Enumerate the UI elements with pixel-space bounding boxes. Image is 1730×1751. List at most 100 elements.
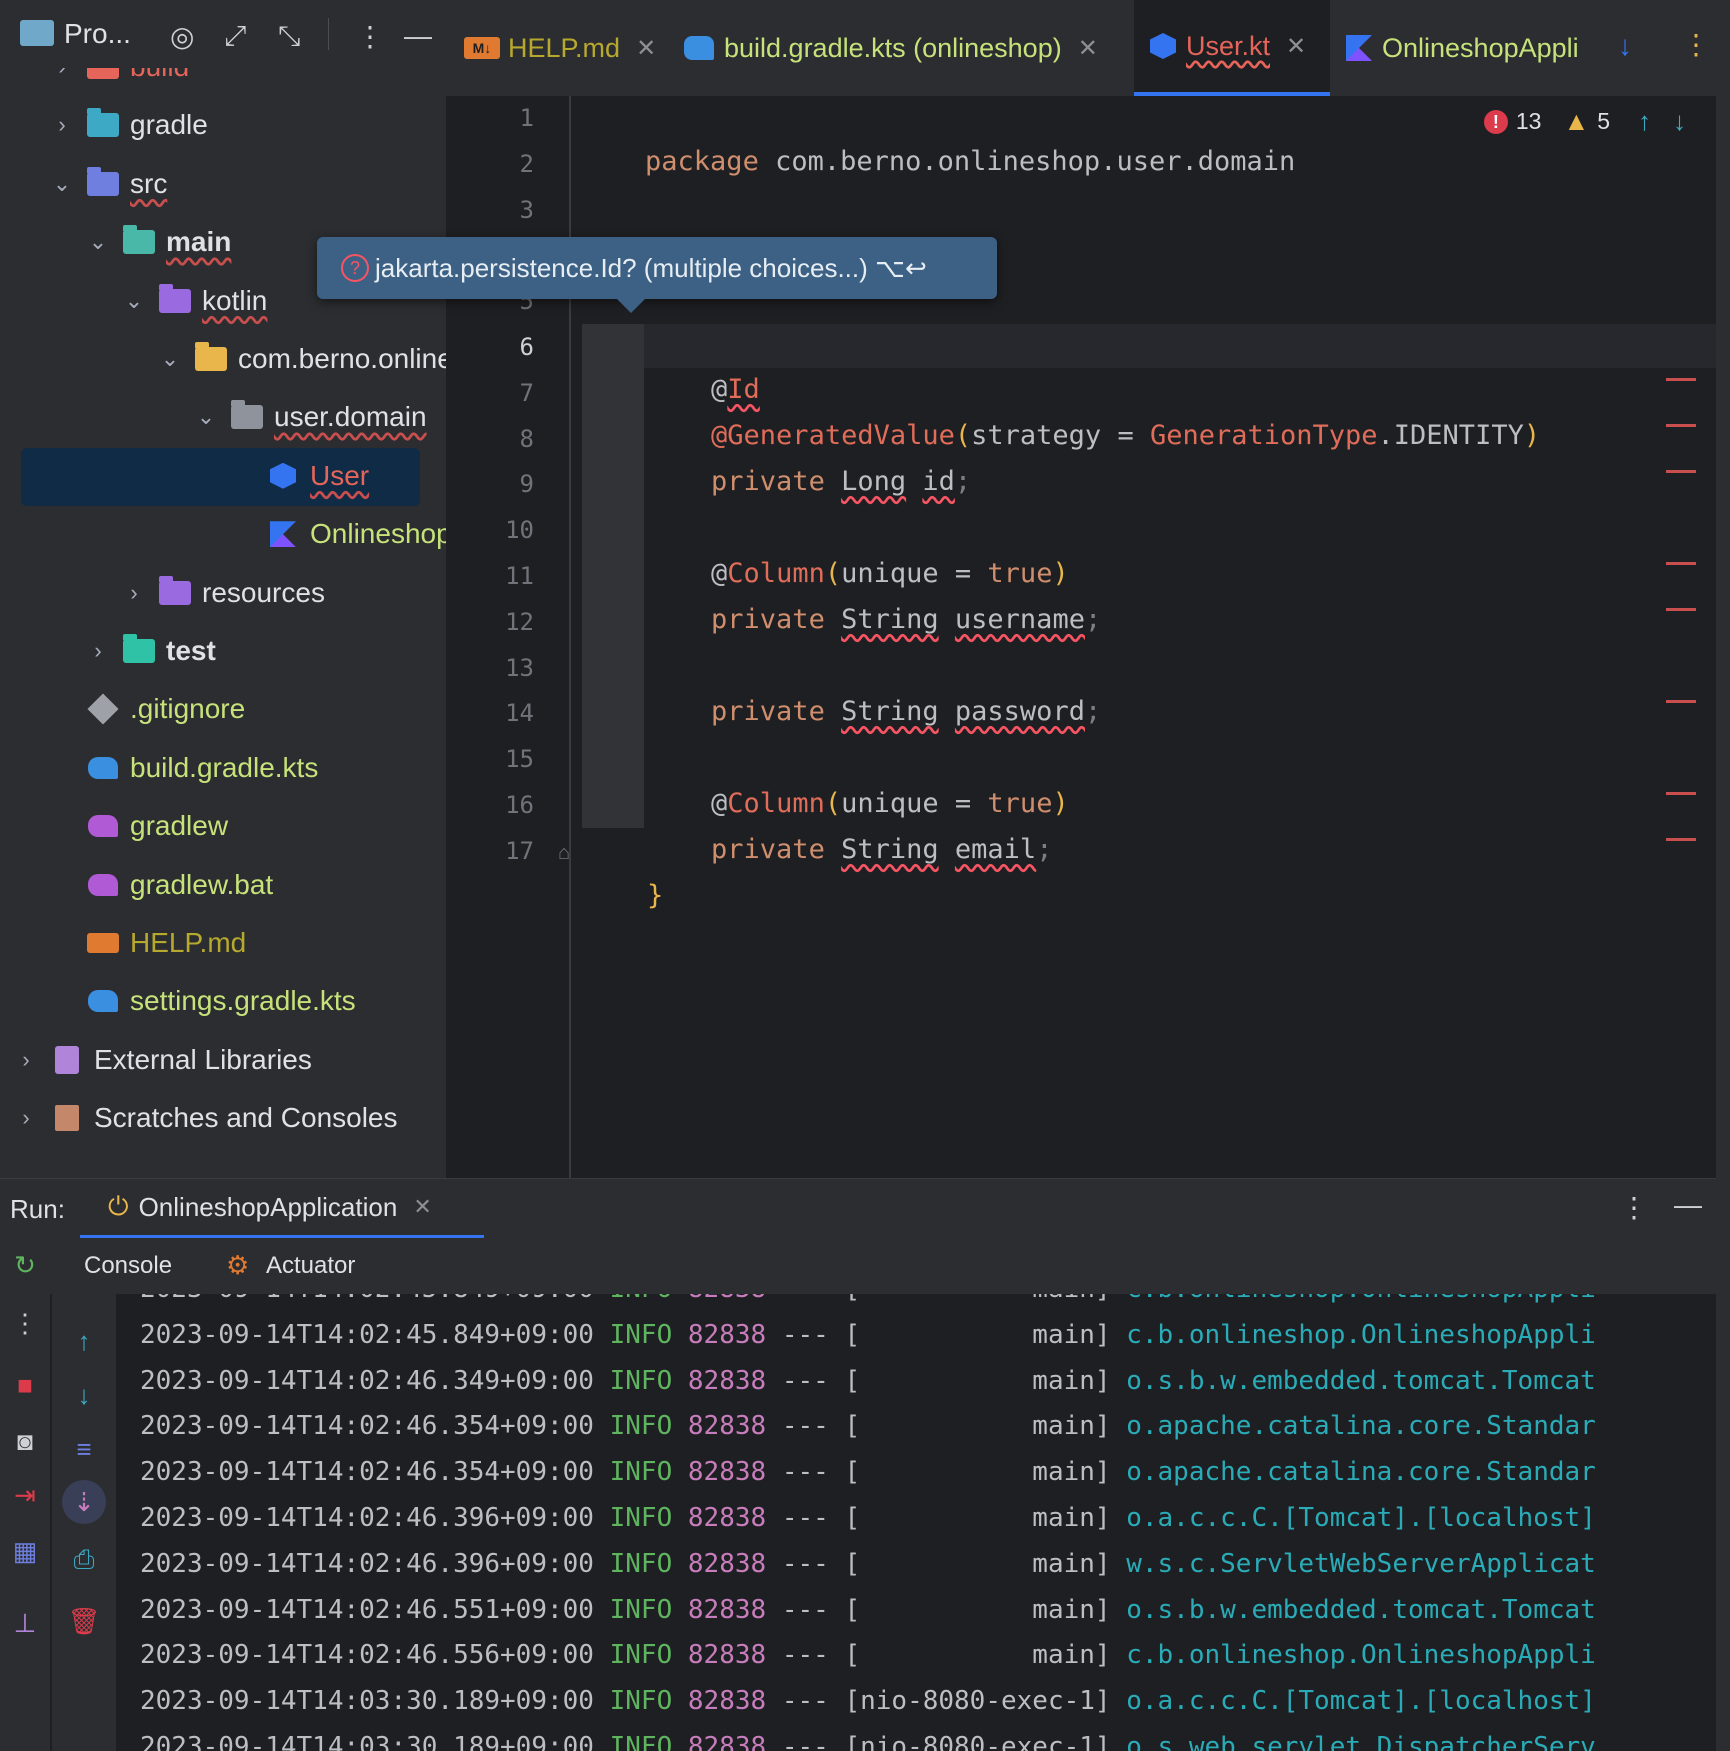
tree-item[interactable]: › Scratches and Consoles [0,1089,446,1147]
error-marker[interactable] [1666,562,1696,565]
minimize-icon[interactable]: — [404,20,432,52]
fold-icon[interactable]: ⌂ [558,842,570,865]
code-line-17: } [582,830,663,911]
error-marker[interactable] [1666,838,1696,841]
warning-icon: ▲ [1563,106,1590,136]
tab-onlineshop-app[interactable]: OnlineshopAppli [1346,0,1596,96]
package-name: com.berno.onlineshop.user.domain [758,146,1296,177]
enum-value: .IDENTITY [1377,420,1524,451]
tree-item[interactable]: .gitignore [0,680,446,738]
log-line: 2023-09-14T14:02:46.551+09:00 INFO 82838… [140,1587,1596,1633]
error-marker[interactable] [1666,608,1696,611]
power-icon: ⏻ [108,1191,129,1221]
rerun-icon[interactable]: ↻ [0,1250,50,1281]
tree-item[interactable]: › gradle [0,96,446,154]
line-number: 3 [519,195,534,224]
tree-item[interactable]: ⌄ com.berno.online [0,330,446,388]
chevron-down-icon[interactable]: ⌄ [86,229,110,255]
prev-issue-icon[interactable]: ↑ [1638,106,1651,137]
log-pid: 82838 [687,1732,767,1751]
scratches-icon [50,1103,84,1133]
more-icon[interactable]: ⋮ [0,1308,50,1339]
tree-item[interactable]: ⌄ user.domain [0,388,446,446]
tree-item[interactable]: gradlew [0,797,446,855]
close-icon[interactable]: ✕ [1286,32,1306,61]
log-lvl: INFO [609,1365,673,1396]
close-icon[interactable]: ✕ [413,1194,431,1220]
stop-icon[interactable]: ■ [0,1370,50,1401]
close-icon[interactable]: ✕ [1078,34,1098,63]
chevron-right-icon[interactable]: › [122,580,146,606]
chevron-down-icon[interactable]: ⌄ [194,404,218,430]
scroll-up-icon[interactable]: ↑ [52,1326,116,1357]
soft-wrap-icon[interactable]: ≡ [52,1434,116,1465]
log-sep: --- [766,1457,845,1488]
error-marker[interactable] [1666,700,1696,703]
log-cls: c.b.onlineshop.OnlineshopAppli [1126,1640,1596,1671]
scroll-down-icon[interactable]: ↓ [52,1380,116,1411]
camera-icon[interactable]: ◙ [0,1426,50,1457]
error-marker[interactable] [1666,378,1696,381]
error-marker[interactable] [1666,424,1696,427]
keyword: private [711,696,825,727]
inspection-widget[interactable]: ! 13 ▲ 5 ↑ ↓ [1483,106,1686,137]
chevron-right-icon[interactable]: › [50,112,74,138]
close-icon[interactable]: ✕ [636,34,656,63]
chevron-down-icon[interactable]: ⌄ [122,288,146,314]
minimize-icon[interactable]: — [1674,1189,1702,1221]
error-marker[interactable] [1666,792,1696,795]
tree-item[interactable]: build.gradle.kts [0,739,446,797]
next-issue-icon[interactable]: ↓ [1673,106,1686,137]
project-folder-icon[interactable] [20,20,54,46]
tree-item[interactable]: › External Libraries [0,1031,446,1089]
tree-item[interactable]: › test [0,622,446,680]
tab-console[interactable]: Console [84,1252,172,1280]
error-marker[interactable] [1666,470,1696,473]
chevron-right-icon[interactable]: › [14,1105,38,1131]
run-options-icon[interactable]: ⋮ [1620,1191,1648,1224]
current-line-highlight [644,324,1716,368]
tree-item[interactable]: User [0,447,446,505]
pin-icon[interactable]: ⊥ [0,1608,50,1639]
tabs-dropdown-icon[interactable]: ↓ [1618,30,1632,62]
chevron-right-icon[interactable]: › [14,1047,38,1073]
code-line-8: private Long id; [646,416,971,497]
log-line: 2023-09-14T14:02:46.354+09:00 INFO 82838… [140,1403,1596,1449]
tree-item-label: gradlew [130,810,229,842]
print-icon[interactable]: ⎙ [52,1544,116,1576]
project-title[interactable]: Pro... [64,18,131,50]
tree-item[interactable]: gradlew.bat [0,856,446,914]
tree-item[interactable]: › resources [0,564,446,622]
tab-build-gradle[interactable]: build.gradle.kts (onlineshop) ✕ [684,0,1154,96]
chevron-right-icon[interactable]: › [86,638,110,664]
folder-icon [194,342,228,374]
chevron-down-icon[interactable]: ⌄ [50,171,74,197]
import-hint-popup[interactable]: ? jakarta.persistence.Id? (multiple choi… [317,237,997,313]
class-icon [1150,33,1176,59]
console-output[interactable]: 2023-09-14T14:02:45.849+09:00 INFO 82838… [116,1294,1716,1751]
layout-icon[interactable]: ▦ [0,1536,50,1567]
line-number: 14 [505,699,534,728]
log-thr: [ main] [844,1548,1111,1579]
tree-item[interactable]: ⌄ src [0,155,446,213]
log-lvl: INFO [609,1640,673,1671]
log-sep: --- [766,1294,844,1304]
tab-user-kt[interactable]: User.kt ✕ [1134,0,1330,96]
run-config-tab[interactable]: ⏻ OnlineshopApplication ✕ [80,1179,484,1239]
tab-actuator[interactable]: Actuator [266,1252,355,1280]
tree-item[interactable]: OnlineshopApp [0,505,446,563]
exit-icon[interactable]: ⇥ [0,1480,50,1511]
scroll-to-end-icon[interactable]: ⇣ [52,1480,116,1524]
tree-item[interactable]: settings.gradle.kts [0,972,446,1030]
options-icon[interactable]: ⋮ [356,20,384,53]
tabs-options-icon[interactable]: ⋮ [1682,28,1710,61]
tab-help-md[interactable]: M↓ HELP.md ✕ [464,0,674,96]
locate-icon[interactable]: ◎ [170,20,194,53]
expand-all-icon[interactable]: ⤢ [224,20,246,53]
tree-item[interactable]: HELP.md [0,914,446,972]
chevron-down-icon[interactable]: ⌄ [158,346,182,372]
collapse-all-icon[interactable]: ⤡ [278,20,300,53]
trash-icon[interactable]: 🗑 [52,1606,116,1637]
log-lvl: INFO [609,1732,673,1751]
line-number: 6 [519,333,534,361]
